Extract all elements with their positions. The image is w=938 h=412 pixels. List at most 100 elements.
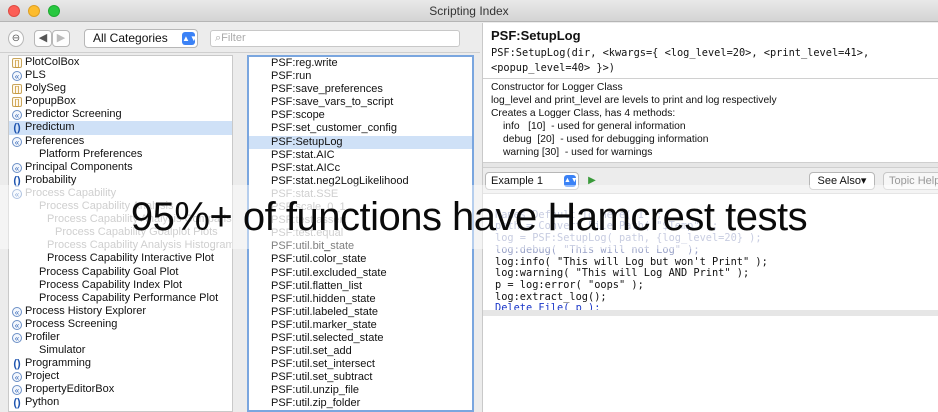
platform-icon: «	[12, 136, 22, 147]
category-select-label: All Categories	[93, 31, 168, 45]
category-item-label: Process Capability Goal Plot	[39, 265, 179, 278]
category-item[interactable]: «Predictor Screening	[9, 108, 232, 121]
category-item-label: Simulator	[39, 344, 86, 357]
category-item-label: Principal Components	[25, 160, 133, 173]
function-group-icon: ()	[13, 358, 21, 371]
filter-input[interactable]: ⌕Filter	[210, 30, 460, 47]
function-group-icon: ()	[13, 122, 21, 135]
function-group-icon: ()	[13, 397, 21, 410]
filter-placeholder: Filter	[221, 32, 246, 44]
category-item[interactable]: Process Capability Performance Plot	[9, 292, 232, 305]
category-item-label: Process Capability Index Plot	[39, 278, 183, 291]
function-item[interactable]: PSF:reg.write	[249, 57, 472, 70]
category-item-label: Process Screening	[25, 317, 118, 330]
description-method-line: warning [30] - used for warnings	[503, 147, 653, 159]
function-item[interactable]: PSF:util.hidden_state	[249, 293, 472, 306]
category-item[interactable]: «Profiler	[9, 331, 232, 344]
function-item[interactable]: PSF:save_preferences	[249, 83, 472, 96]
signature-line-2: <popup_level=40> }>)	[491, 62, 615, 74]
function-item[interactable]: PSF:util.set_subtract	[249, 371, 472, 384]
platform-icon: «	[12, 162, 22, 173]
divider	[483, 78, 938, 79]
category-item[interactable]: () Python	[9, 396, 232, 409]
platform-icon: «	[12, 385, 22, 396]
function-item[interactable]: PSF:set_customer_config	[249, 122, 472, 135]
back-arrow-icon[interactable]: ◀	[34, 30, 52, 47]
signature-line-1: PSF:SetupLog(dir, <kwargs={ <log_level=2…	[491, 47, 870, 59]
function-title: PSF:SetupLog	[491, 28, 581, 43]
category-item[interactable]: «Process History Explorer	[9, 305, 232, 318]
function-item[interactable]: PSF:SetupLog	[249, 135, 472, 149]
platform-icon: «	[12, 110, 22, 121]
code-line: log:extract_log();	[495, 290, 607, 303]
category-item[interactable]: () Programming	[9, 357, 232, 370]
function-item[interactable]: PSF:util.marker_state	[249, 319, 472, 332]
category-item-label: Project	[25, 370, 60, 383]
description-method-line: error [40] - used for errors	[491, 160, 931, 162]
function-item[interactable]: PSF:util.excluded_state	[249, 267, 472, 280]
function-item[interactable]: PSF:run	[249, 70, 472, 83]
toolbar: ⊖ ◀ ▶ All Categories ▲▼ ⌕Filter	[0, 23, 480, 53]
title-bar: Scripting Index	[0, 0, 938, 22]
category-item-label: Process Capability Interactive Plot	[47, 252, 214, 265]
platform-icon: «	[12, 332, 22, 343]
display-box-icon: []	[12, 97, 22, 108]
description-method-line: info [10] - used for general information	[503, 121, 686, 133]
category-item[interactable]: «PropertyEditorBox	[9, 383, 232, 396]
category-item[interactable]: Process Capability Goal Plot	[9, 266, 232, 279]
function-item[interactable]: PSF:util.selected_state	[249, 332, 472, 345]
function-item[interactable]: PSF:util.labeled_state	[249, 306, 472, 319]
code-line: log:warning( "This will Log AND Print" )…	[495, 267, 750, 280]
category-item-label: Platform Preferences	[39, 147, 143, 160]
function-item[interactable]: PSF:util.zip_folder	[249, 397, 472, 410]
category-item-label: Process History Explorer	[25, 304, 147, 317]
updown-chevron-icon: ▲▼	[182, 32, 198, 45]
description-line: Creates a Logger Class, has 4 methods:	[491, 108, 676, 120]
category-item[interactable]: «Principal Components	[9, 161, 232, 174]
category-item-label: Programming	[25, 357, 92, 370]
category-item-label: PropertyEditorBox	[25, 383, 115, 396]
function-signature: PSF:SetupLog(dir, <kwargs={ <log_level=2…	[491, 46, 931, 76]
function-item[interactable]: PSF:util.color_state	[249, 253, 472, 266]
category-item[interactable]: () Predictum	[9, 121, 232, 135]
category-item[interactable]: [] PlotColBox	[9, 56, 232, 69]
platform-icon: «	[12, 372, 22, 383]
function-item[interactable]: PSF:stat.AIC	[249, 149, 472, 162]
category-item-label: Predictum	[25, 121, 75, 134]
function-item[interactable]: PSF:scope	[249, 109, 472, 122]
category-item[interactable]: «Process Screening	[9, 318, 232, 331]
category-item[interactable]: Process Capability Interactive Plot	[9, 252, 232, 265]
category-select[interactable]: All Categories ▲▼	[84, 29, 198, 48]
category-item-label: Python	[25, 396, 60, 409]
forward-arrow-icon[interactable]: ▶	[52, 30, 70, 47]
platform-icon: «	[12, 319, 22, 330]
platform-icon: «	[12, 71, 22, 82]
category-item-label: PlotColBox	[25, 56, 80, 68]
description-line: log_level and print_level are levels to …	[491, 95, 777, 107]
display-box-icon: []	[12, 84, 22, 95]
description-method-line: debug [20] - used for debugging informat…	[503, 134, 709, 146]
category-item[interactable]: [] PopupBox	[9, 95, 232, 108]
function-item[interactable]: PSF:save_vars_to_script	[249, 96, 472, 109]
category-item[interactable]: Platform Preferences	[9, 148, 232, 161]
category-item-label: Preferences	[25, 134, 85, 147]
description-line: Constructor for Logger Class	[491, 82, 623, 93]
display-box-icon: []	[12, 58, 22, 68]
category-item[interactable]: Process Capability Index Plot	[9, 279, 232, 292]
category-item-label: PLS	[25, 69, 46, 82]
category-item-label: Profiler	[25, 330, 60, 343]
function-item[interactable]: PSF:util.flatten_list	[249, 280, 472, 293]
category-item[interactable]: [] PolySeg	[9, 82, 232, 95]
function-item[interactable]: PSF:util.set_intersect	[249, 358, 472, 371]
collapse-circle-icon[interactable]: ⊖	[8, 30, 24, 47]
function-item[interactable]: PSF:stat.AICc	[249, 162, 472, 175]
category-item[interactable]: «PLS	[9, 69, 232, 82]
category-item[interactable]: «Project	[9, 370, 232, 383]
function-item[interactable]: PSF:util.set_add	[249, 345, 472, 358]
output-pane	[483, 310, 938, 412]
category-item-label: Predictor Screening	[25, 108, 122, 121]
category-item[interactable]: Simulator	[9, 344, 232, 357]
function-item[interactable]: PSF:util.unzip_file	[249, 384, 472, 397]
caption-text: 95%+ of functions have Hamcrest tests	[130, 195, 808, 239]
category-item[interactable]: «Preferences	[9, 135, 232, 148]
